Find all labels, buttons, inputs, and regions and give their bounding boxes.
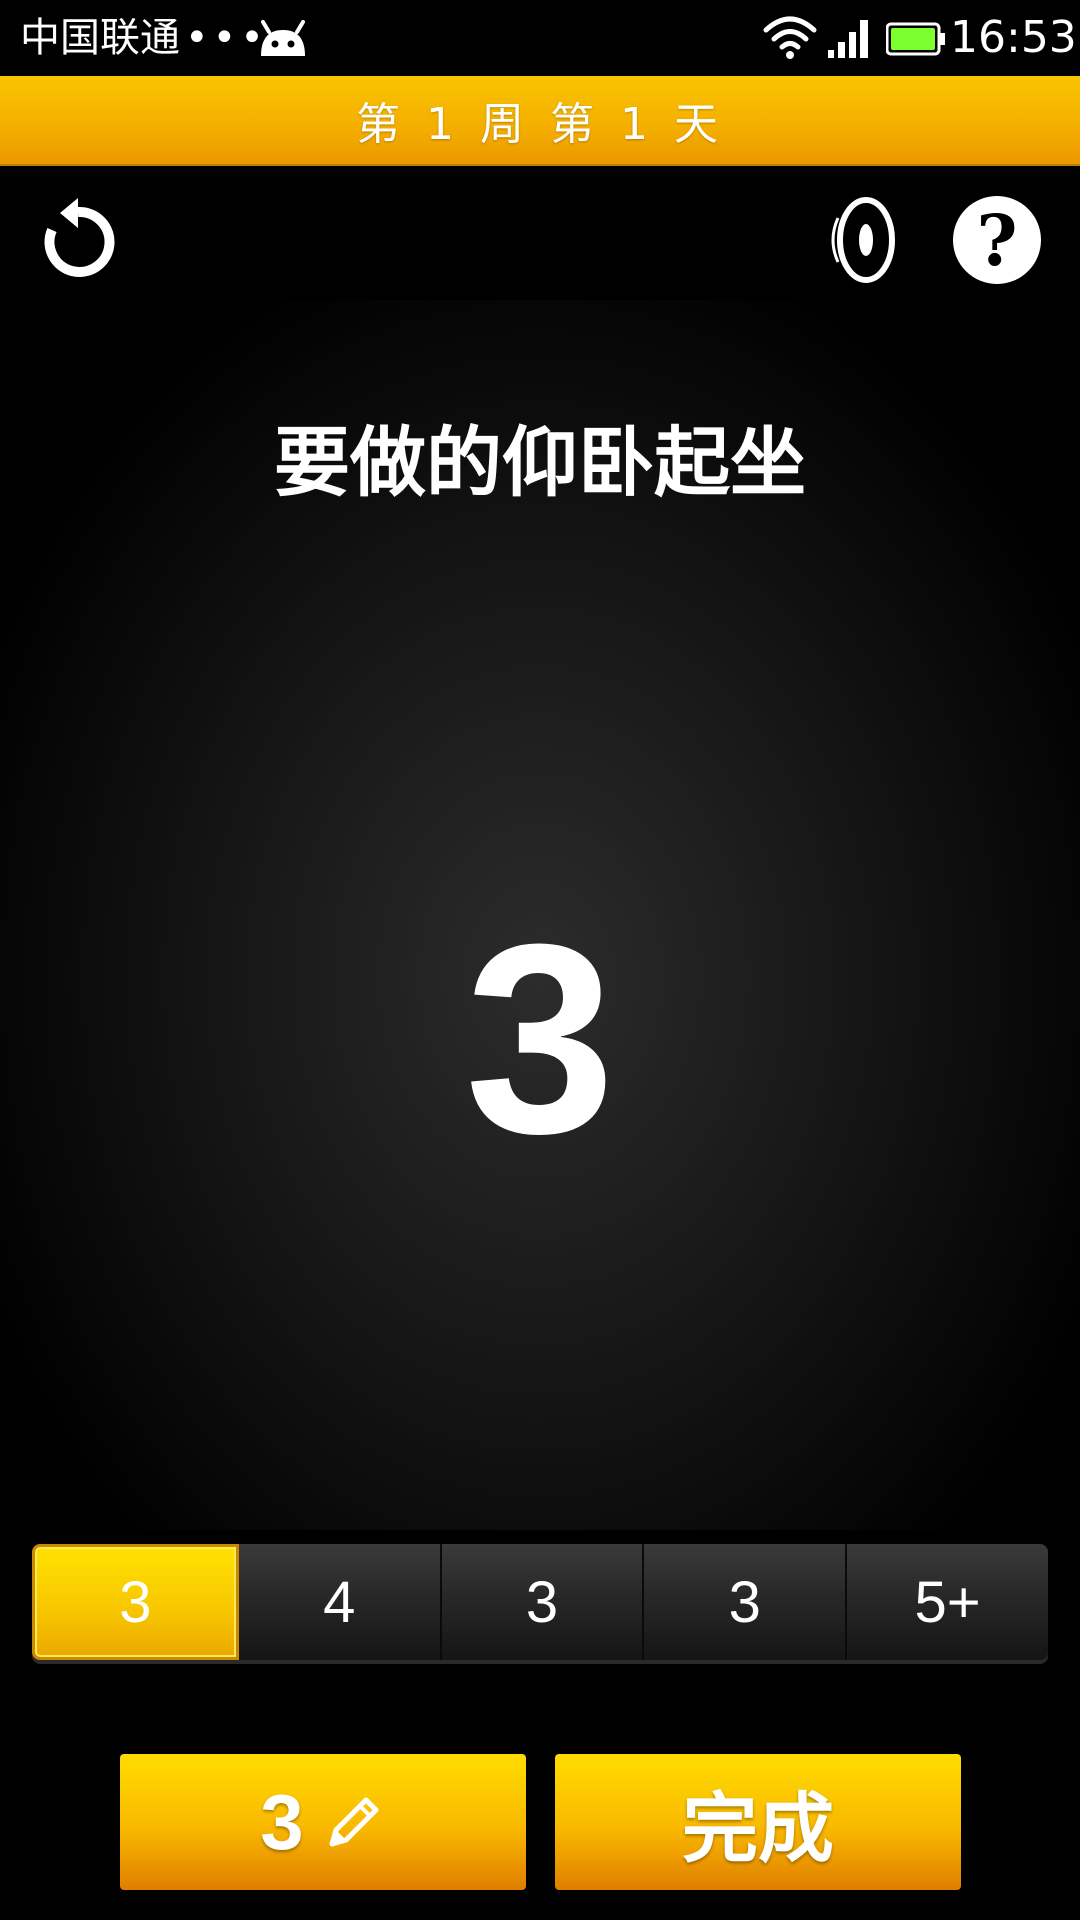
sets-row: 3 4 3 3 5+ — [32, 1544, 1048, 1660]
status-bar: 中国联通 ••• 16:53 — [0, 0, 1080, 76]
reset-icon[interactable] — [30, 196, 118, 284]
edit-count-value: 3 — [260, 1777, 304, 1866]
signal-icon — [828, 20, 868, 58]
set-item-1[interactable]: 3 — [32, 1544, 239, 1660]
title-bar: 第 1 周 第 1 天 — [0, 76, 1080, 166]
set-item-3[interactable]: 3 — [441, 1544, 645, 1660]
sound-icon[interactable] — [826, 196, 902, 284]
clock: 16:53 — [950, 12, 1077, 63]
carrier-name: 中国联通 — [20, 15, 180, 61]
edit-count-button[interactable]: 3 — [120, 1754, 526, 1890]
done-button[interactable]: 完成 — [555, 1754, 961, 1890]
wifi-icon — [763, 16, 817, 59]
battery-icon — [886, 22, 945, 56]
set-item-4[interactable]: 3 — [644, 1544, 848, 1660]
pencil-icon — [329, 1797, 379, 1847]
set-item-2[interactable]: 4 — [238, 1544, 442, 1660]
set-item-5[interactable]: 5+ — [847, 1544, 1048, 1660]
rep-count: 3 — [464, 889, 616, 1190]
android-icon — [261, 20, 305, 56]
exercise-heading: 要做的仰卧起坐 — [274, 418, 806, 507]
help-icon-glyph: ? — [976, 198, 1018, 282]
help-icon[interactable]: ? — [953, 196, 1041, 284]
page-title: 第 1 周 第 1 天 — [356, 99, 724, 150]
